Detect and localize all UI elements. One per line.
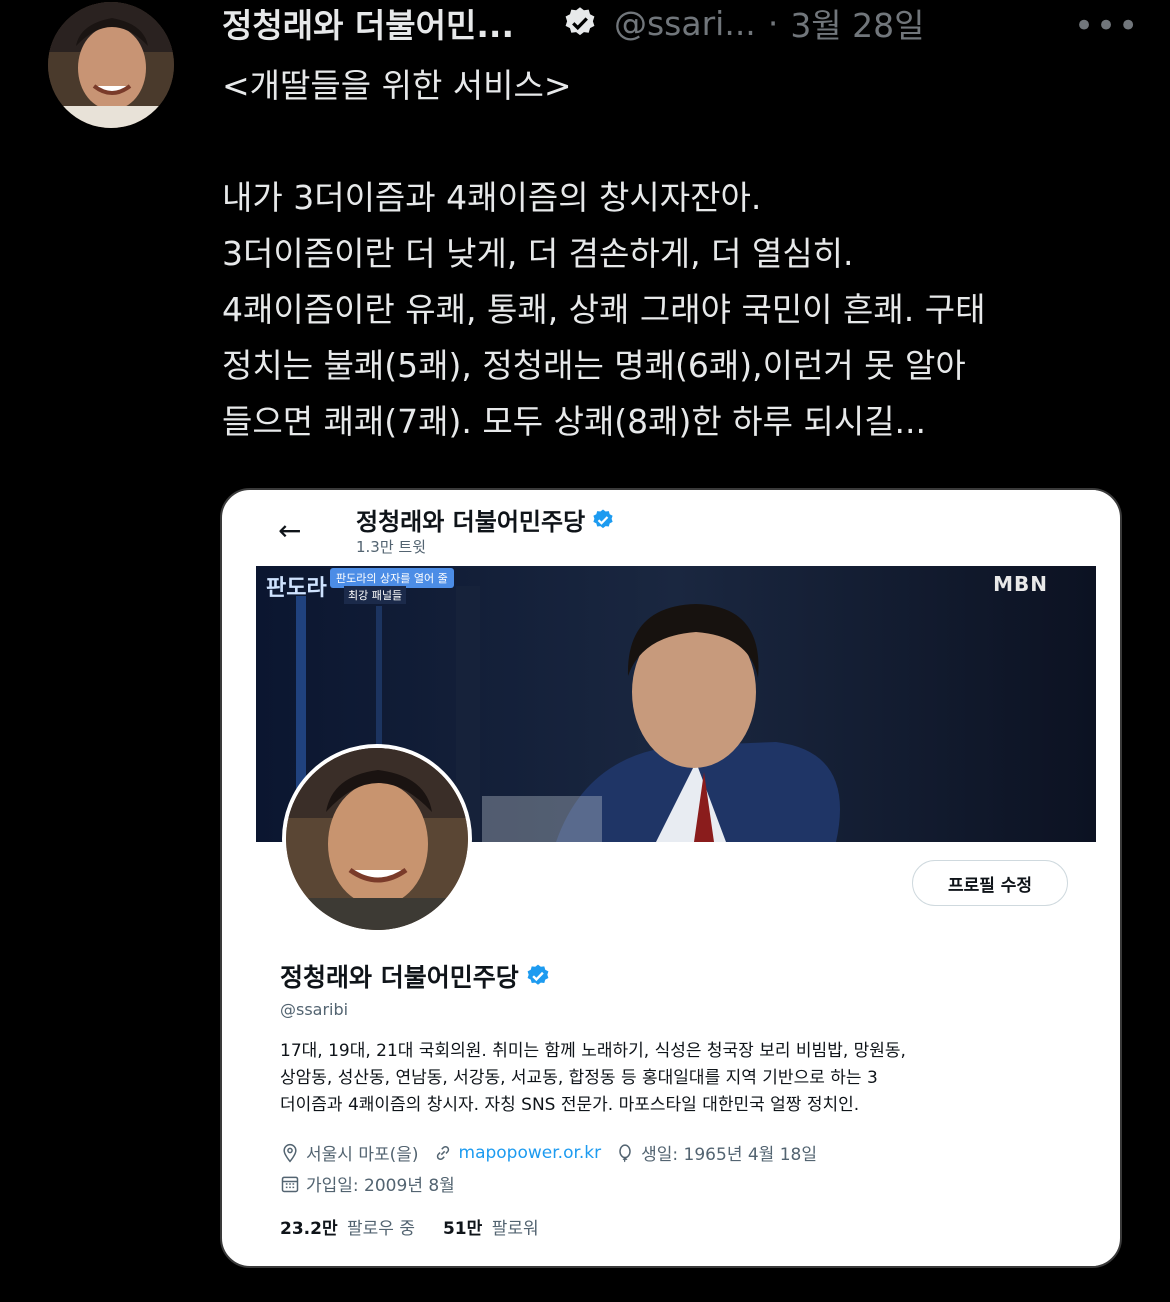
profile-name: 정청래와 더불어민주당 (280, 958, 551, 994)
edit-profile-button: 프로필 수정 (912, 860, 1068, 906)
calendar-icon (281, 1176, 299, 1192)
profile-joined: 가입일: 2009년 8월 (280, 1171, 455, 1196)
verified-badge-icon (527, 964, 549, 985)
profile-meta: 서울시 마포(을) mapopower.or.kr 생일: 1965년 4월 1… (280, 1140, 831, 1165)
banner-caption: 판도라의 상자를 열어 줄 (330, 568, 454, 588)
verified-badge-icon (565, 7, 595, 36)
tweet-line: 내가 3더이즘과 4쾌이즘의 창시자잔아. (222, 178, 762, 217)
website-link: mapopower.or.kr (458, 1142, 602, 1163)
birthday-text: 생일: 1965년 4월 18일 (641, 1145, 817, 1165)
following-label: 팔로우 중 (347, 1219, 415, 1239)
followers-stat: 51만 팔로워 (443, 1214, 539, 1239)
tweet-line: 3더이즘이란 더 낮게, 더 겸손하게, 더 열심히. (222, 234, 854, 273)
profile-handle: @ssaribi (280, 1000, 349, 1019)
profile-photo (286, 748, 468, 930)
followers-count: 51만 (442, 1219, 483, 1239)
profile-bio: 17대, 19대, 21대 국회의원. 취미는 함께 노래하기, 식성은 청국장… (280, 1038, 1070, 1119)
joined-text: 가입일: 2009년 8월 (306, 1176, 455, 1196)
separator-dot: · (767, 3, 779, 43)
author-photo (48, 2, 174, 128)
tweet-line: 들으면 쾌쾌(7쾌). 모두 상쾌(8쾌)한 하루 되시길... (222, 402, 927, 441)
tweet-date[interactable]: 3월 28일 (790, 0, 924, 47)
banner-caption-sub: 최강 패널들 (344, 586, 407, 604)
follow-stats: 23.2만 팔로우 중 51만 팔로워 (280, 1214, 567, 1239)
location-pin-icon (283, 1143, 297, 1162)
mbn-logo: MBN (993, 572, 1048, 596)
tweet-line: <개딸들을 위한 서비스> (222, 66, 572, 105)
attached-image[interactable]: ← 정청래와 더불어민주당 1.3만 트윗 판도라 판도라의 상자를 열어 줄 … (220, 488, 1122, 1268)
birthday: 생일: 1965년 4월 18일 (615, 1140, 817, 1165)
author-name[interactable]: 정청래와 더불어민... (222, 0, 514, 47)
author-handle[interactable]: @ssari... (614, 4, 756, 43)
tweet-header: 정청래와 더불어민... @ssari... · 3월 28일 (222, 0, 1142, 46)
bio-line: 상암동, 성산동, 연남동, 서강동, 서교동, 합정동 등 홍대일대를 지역 … (280, 1068, 878, 1088)
tweet-count: 1.3만 트윗 (356, 538, 427, 556)
profile-screenshot: ← 정청래와 더불어민주당 1.3만 트윗 판도라 판도라의 상자를 열어 줄 … (256, 490, 1096, 1266)
location: 서울시 마포(을) (280, 1140, 419, 1165)
tweet-line: 4쾌이즘이란 유쾌, 통쾌, 상쾌 그래야 국민이 흔쾌. 구태 (222, 290, 986, 329)
location-text: 서울시 마포(을) (306, 1145, 419, 1165)
bio-line: 더이즘과 4쾌이즘의 창시자. 자칭 SNS 전문가. 마포스타일 대한민국 얼… (280, 1095, 860, 1115)
tweet-line: 정치는 불쾌(5쾌), 정청래는 명쾌(6쾌),이런거 못 알아 (222, 346, 966, 385)
following-stat: 23.2만 팔로우 중 (280, 1214, 415, 1239)
bio-line: 17대, 19대, 21대 국회의원. 취미는 함께 노래하기, 식성은 청국장… (280, 1041, 906, 1061)
followers-label: 팔로워 (491, 1219, 539, 1239)
link-icon (436, 1145, 449, 1160)
tweet-line (222, 114, 1142, 170)
banner-show-title: 판도라 (266, 576, 327, 601)
following-count: 23.2만 (280, 1219, 338, 1239)
tweet-text: <개딸들을 위한 서비스> 내가 3더이즘과 4쾌이즘의 창시자잔아. 3더이즘… (222, 58, 1142, 450)
verified-badge-icon (593, 509, 613, 528)
back-arrow-icon: ← (278, 514, 302, 547)
profile-header-name: 정청래와 더불어민주당 (356, 508, 586, 536)
author-avatar[interactable] (48, 2, 174, 128)
profile-name-text: 정청래와 더불어민주당 (280, 963, 519, 992)
website: mapopower.or.kr (433, 1142, 602, 1163)
more-options-icon[interactable]: ••• (1074, 6, 1140, 46)
profile-header-title: 정청래와 더불어민주당 (356, 502, 615, 537)
balloon-icon (619, 1143, 631, 1162)
profile-avatar (282, 744, 472, 934)
